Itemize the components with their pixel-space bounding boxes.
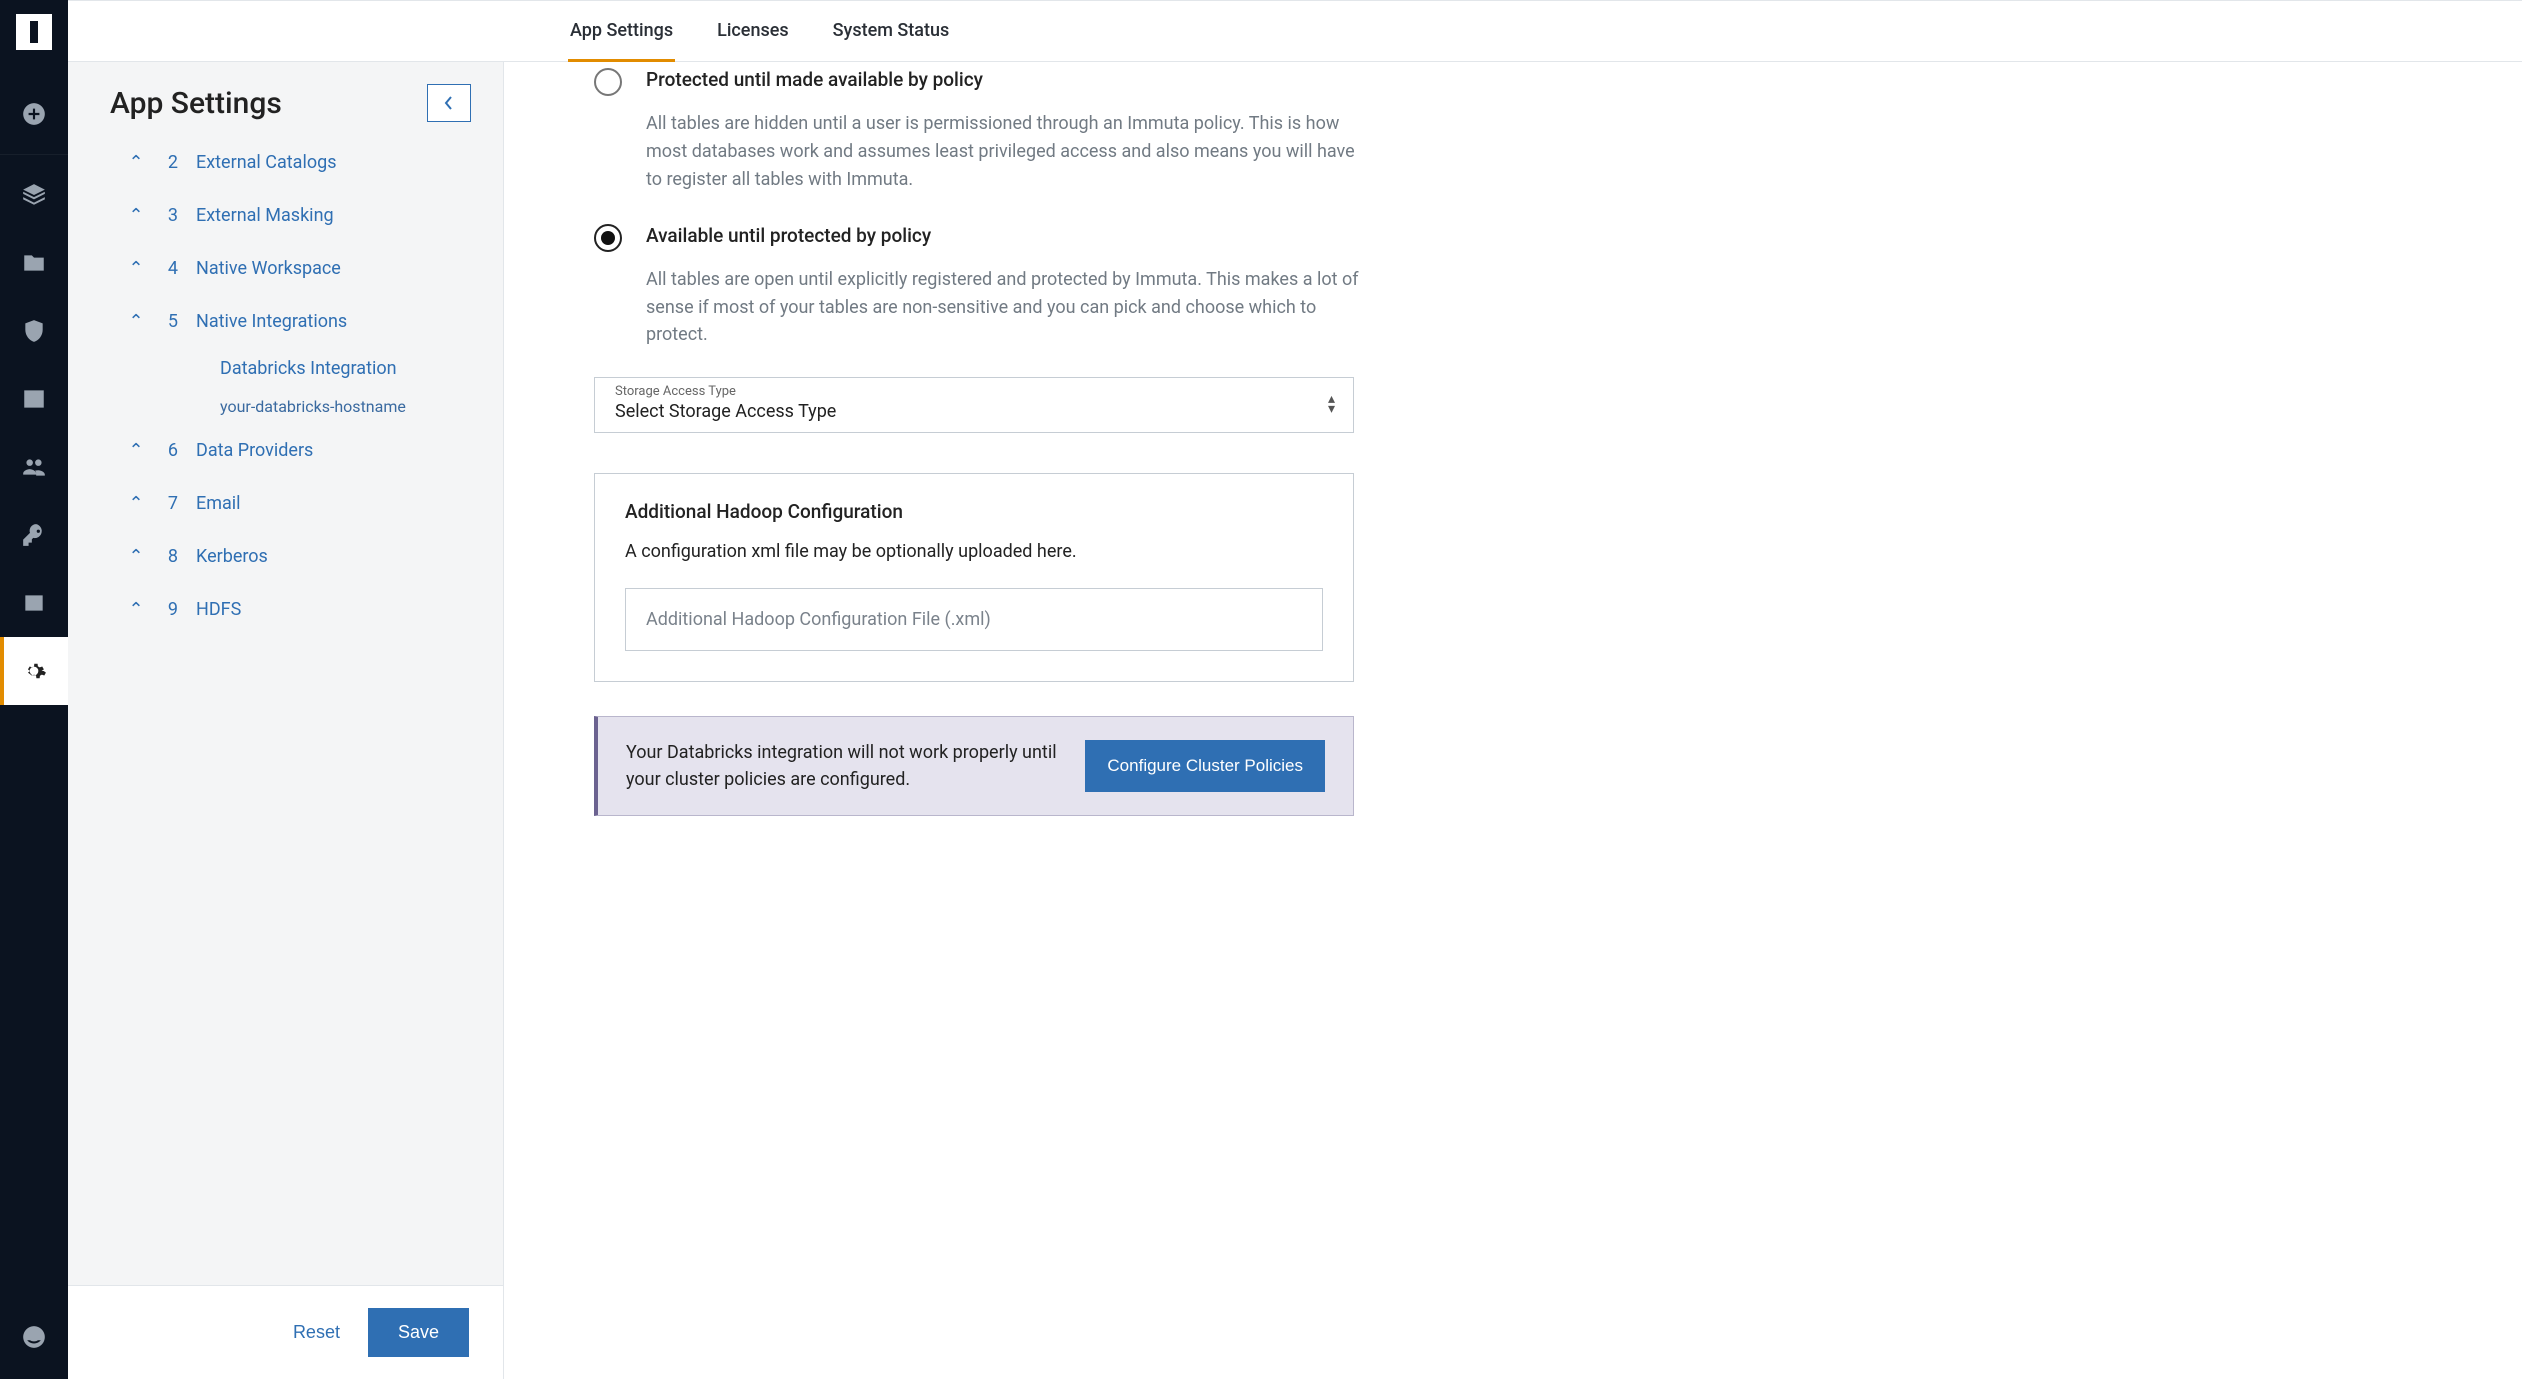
configure-cluster-policies-button[interactable]: Configure Cluster Policies [1085,740,1325,792]
settings-icon[interactable] [0,637,68,705]
tab-system-status[interactable]: System Status [831,1,952,62]
policy-radio-group: Protected until made available by policy… [594,66,2462,349]
nav-kerberos[interactable]: ⌃ 8 Kerberos [110,530,481,583]
radio-available[interactable] [594,224,622,252]
nav-index: 4 [162,258,178,279]
nav-databricks-integration[interactable]: Databricks Integration [110,348,481,387]
card-icon[interactable] [0,569,68,637]
cluster-policy-alert: Your Databricks integration will not wor… [594,716,1354,816]
layers-icon[interactable] [0,161,68,229]
save-button[interactable]: Save [368,1308,469,1357]
select-label: Storage Access Type [615,384,1333,399]
nav-label: Kerberos [196,546,268,567]
nav-external-masking[interactable]: ⌃ 3 External Masking [110,189,481,242]
nav-index: 3 [162,205,178,226]
nav-label: Native Workspace [196,258,341,279]
storage-access-type-select[interactable]: Storage Access Type Select Storage Acces… [594,377,1354,433]
nav-label: Native Integrations [196,311,347,332]
nav-email[interactable]: ⌃ 7 Email [110,477,481,530]
key-icon[interactable] [0,501,68,569]
nav-label: HDFS [196,599,241,620]
settings-nav-list: ⌃ 2 External Catalogs ⌃ 3 External Maski… [68,132,503,1285]
chevron-up-icon: ⌃ [128,205,144,226]
tab-licenses[interactable]: Licenses [715,1,791,62]
radio-available-desc: All tables are open until explicitly reg… [646,266,1366,350]
nav-data-providers[interactable]: ⌃ 6 Data Providers [110,424,481,477]
chevron-up-icon: ⌃ [128,258,144,279]
settings-sidebar: App Settings ⌃ 2 External Catalogs ⌃ 3 E… [68,62,504,1379]
terminal-icon[interactable] [0,365,68,433]
hadoop-title: Additional Hadoop Configuration [625,500,1323,523]
nav-index: 8 [162,546,178,567]
nav-index: 6 [162,440,178,461]
hadoop-file-upload[interactable]: Additional Hadoop Configuration File (.x… [625,588,1323,651]
nav-index: 9 [162,599,178,620]
alert-text: Your Databricks integration will not wor… [626,739,1061,793]
nav-index: 7 [162,493,178,514]
nav-external-catalogs[interactable]: ⌃ 2 External Catalogs [110,136,481,189]
radio-protected[interactable] [594,68,622,96]
tab-app-settings[interactable]: App Settings [568,1,675,62]
nav-hdfs[interactable]: ⌃ 9 HDFS [110,583,481,636]
nav-native-workspace[interactable]: ⌃ 4 Native Workspace [110,242,481,295]
left-nav-rail [0,0,68,1379]
chevron-up-icon: ⌃ [128,152,144,173]
settings-footer: Reset Save [68,1285,503,1379]
unfold-icon: ▴▾ [1328,396,1335,416]
users-icon[interactable] [0,433,68,501]
logout-icon[interactable] [0,1303,68,1371]
chevron-up-icon: ⌃ [128,440,144,461]
nav-databricks-hostname[interactable]: your-databricks-hostname [110,387,481,424]
shield-icon[interactable] [0,297,68,365]
reset-button[interactable]: Reset [293,1322,340,1343]
radio-protected-label: Protected until made available by policy [646,68,983,96]
main-area: App Settings Licenses System Status App … [68,0,2522,1379]
nav-native-integrations[interactable]: ⌃ 5 Native Integrations [110,295,481,348]
hadoop-desc: A configuration xml file may be optional… [625,541,1323,562]
top-tabs: App Settings Licenses System Status [68,0,2522,62]
radio-protected-desc: All tables are hidden until a user is pe… [646,110,1366,194]
nav-index: 2 [162,152,178,173]
chevron-up-icon: ⌃ [128,311,144,332]
nav-label: Email [196,493,241,514]
hadoop-config-card: Additional Hadoop Configuration A config… [594,473,1354,682]
select-value: Select Storage Access Type [615,401,1333,422]
chevron-up-icon: ⌃ [128,546,144,567]
logo [16,14,52,50]
nav-label: External Catalogs [196,152,337,173]
chevron-up-icon: ⌃ [128,493,144,514]
collapse-sidebar-button[interactable] [427,84,471,122]
radio-available-label: Available until protected by policy [646,224,931,252]
chevron-up-icon: ⌃ [128,599,144,620]
settings-content: Protected until made available by policy… [504,62,2522,1379]
folder-icon[interactable] [0,229,68,297]
settings-title: App Settings [110,86,282,121]
nav-label: Data Providers [196,440,313,461]
add-icon[interactable] [0,80,68,148]
nav-index: 5 [162,311,178,332]
nav-label: External Masking [196,205,334,226]
